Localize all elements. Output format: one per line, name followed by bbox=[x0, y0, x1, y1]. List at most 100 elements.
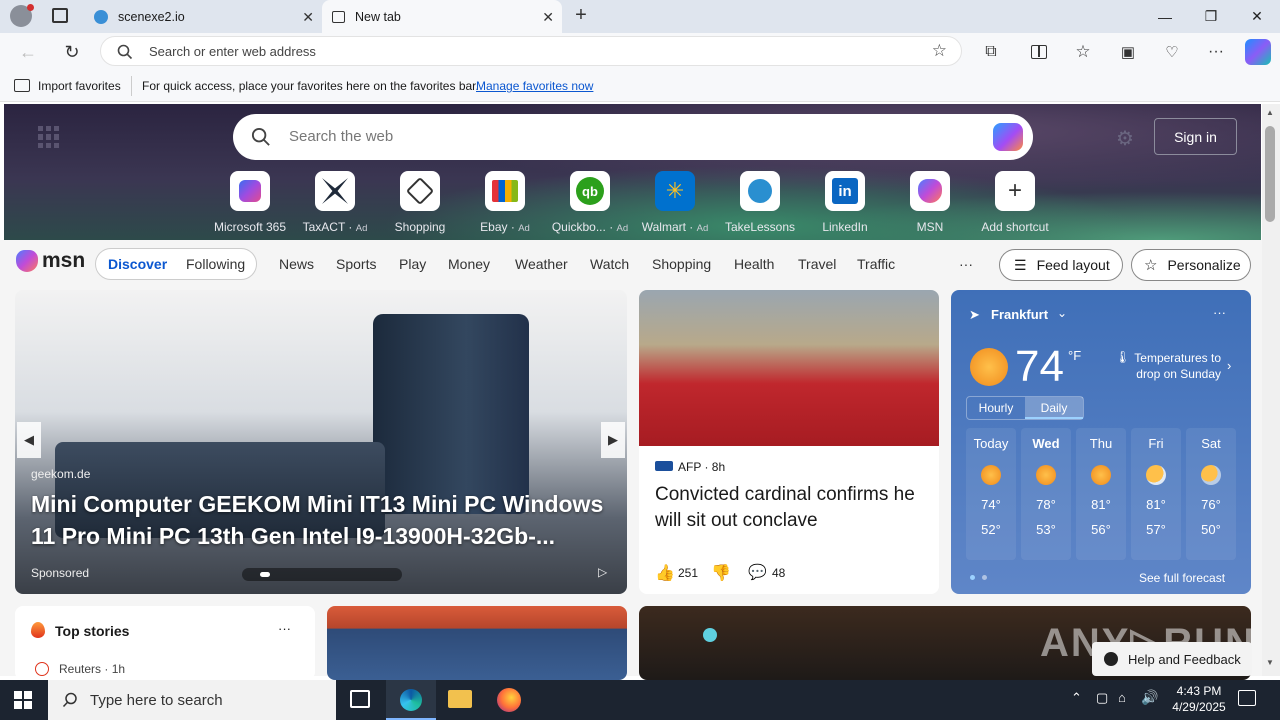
extensions-icon[interactable]: ⧉ bbox=[980, 41, 1002, 63]
shortcut-taxact[interactable]: TaxACT · Ad bbox=[290, 170, 380, 234]
promo-card[interactable]: ◀ ▶ geekom.de Mini Computer GEEKOM Mini … bbox=[15, 290, 627, 594]
tab-following[interactable]: Following bbox=[186, 256, 245, 272]
manage-favorites-link[interactable]: Manage favorites now bbox=[476, 79, 593, 93]
page-settings-gear-icon[interactable]: ⚙ bbox=[1116, 126, 1134, 151]
weather-unit[interactable]: °F bbox=[1068, 348, 1081, 363]
scroll-up-icon[interactable]: ▲ bbox=[1266, 108, 1274, 117]
shortcut-takelessons[interactable]: TakeLessons bbox=[715, 170, 805, 234]
firefox-icon[interactable] bbox=[497, 688, 521, 712]
news-card[interactable]: AFP · 8h Convicted cardinal confirms he … bbox=[639, 290, 939, 594]
nav-shopping[interactable]: Shopping bbox=[652, 256, 711, 272]
add-shortcut-button[interactable]: + Add shortcut bbox=[970, 170, 1060, 234]
web-search-box[interactable]: Search the web bbox=[233, 114, 1033, 160]
task-view-icon[interactable] bbox=[350, 690, 370, 708]
network-icon[interactable]: ⌂ bbox=[1118, 690, 1126, 705]
nav-news[interactable]: News bbox=[279, 256, 314, 272]
personalize-button[interactable]: ☆ Personalize bbox=[1131, 249, 1251, 281]
import-favorites-button[interactable]: Import favorites bbox=[38, 79, 121, 93]
msn-logo-icon[interactable] bbox=[16, 250, 38, 272]
taskbar-clock[interactable]: 4:43 PM 4/29/2025 bbox=[1164, 683, 1234, 715]
favorite-star-icon[interactable]: ☆ bbox=[932, 41, 947, 61]
top-stories-more-icon[interactable]: ··· bbox=[278, 621, 291, 636]
shortcut-msn[interactable]: MSN bbox=[885, 170, 975, 234]
volume-icon[interactable]: 🔊 bbox=[1141, 689, 1158, 706]
page-scrollbar[interactable]: ▲ ▼ bbox=[1262, 104, 1280, 676]
shortcut-shopping[interactable]: Shopping bbox=[375, 170, 465, 234]
see-full-forecast-link[interactable]: See full forecast bbox=[1139, 571, 1225, 585]
notification-dot bbox=[27, 4, 34, 11]
shortcut-linkedin[interactable]: in LinkedIn bbox=[800, 170, 890, 234]
nav-watch[interactable]: Watch bbox=[590, 256, 629, 272]
tab-close-icon[interactable]: ✕ bbox=[542, 9, 554, 26]
sign-in-button[interactable]: Sign in bbox=[1154, 118, 1237, 155]
tab-title: New tab bbox=[355, 9, 401, 24]
scroll-thumb[interactable] bbox=[1265, 126, 1275, 222]
weather-card[interactable]: ➤ Frankfurt ⌄ ··· 74 °F 🌡 Temperatures t… bbox=[951, 290, 1251, 594]
profile-avatar[interactable] bbox=[10, 4, 34, 27]
shortcut-ebay[interactable]: Ebay · Ad bbox=[460, 170, 550, 234]
tab-discover[interactable]: Discover bbox=[108, 256, 167, 272]
windows-start-icon[interactable] bbox=[14, 691, 32, 709]
address-bar[interactable]: Search or enter web address ☆ bbox=[100, 36, 962, 66]
help-feedback-button[interactable]: Help and Feedback bbox=[1092, 642, 1252, 676]
notifications-icon[interactable] bbox=[1238, 690, 1256, 706]
copilot-icon[interactable] bbox=[1245, 39, 1271, 65]
minimize-icon[interactable]: — bbox=[1142, 0, 1188, 33]
tab-daily[interactable]: Daily bbox=[1025, 397, 1083, 419]
forecast-day[interactable]: Sat 76° 50° bbox=[1186, 428, 1236, 560]
like-icon[interactable]: 👍 bbox=[655, 563, 675, 583]
collections-icon[interactable]: ▣ bbox=[1117, 41, 1139, 63]
nav-travel[interactable]: Travel bbox=[798, 256, 836, 272]
promo-headline[interactable]: Mini Computer GEEKOM Mini IT13 Mini PC W… bbox=[31, 488, 616, 552]
nav-money[interactable]: Money bbox=[448, 256, 490, 272]
dislike-icon[interactable]: 👎 bbox=[711, 563, 731, 583]
tray-chevron-up-icon[interactable]: ⌃ bbox=[1071, 690, 1082, 706]
shortcut-walmart[interactable]: ✳ Walmart · Ad bbox=[630, 170, 720, 234]
city-chevron-down-icon[interactable]: ⌄ bbox=[1057, 306, 1067, 320]
favorites-icon[interactable]: ☆ bbox=[1072, 41, 1094, 63]
note-chevron-icon[interactable]: › bbox=[1227, 358, 1231, 373]
nav-sports[interactable]: Sports bbox=[336, 256, 376, 272]
tab-scenexe[interactable]: scenexe2.io ✕ bbox=[84, 0, 322, 33]
tab-new-tab[interactable]: New tab ✕ bbox=[322, 0, 562, 33]
nav-play[interactable]: Play bbox=[399, 256, 426, 272]
tray-device-icon[interactable]: ▢ bbox=[1096, 690, 1108, 706]
tab-actions-icon[interactable] bbox=[52, 8, 68, 23]
taskbar-edge[interactable] bbox=[386, 680, 436, 720]
taskbar-search[interactable]: Type here to search bbox=[48, 680, 336, 720]
nav-traffic[interactable]: Traffic bbox=[857, 256, 895, 272]
copilot-search-icon[interactable] bbox=[993, 123, 1023, 151]
close-window-icon[interactable]: ✕ bbox=[1234, 0, 1280, 33]
settings-more-icon[interactable]: ··· bbox=[1205, 41, 1227, 63]
news-headline[interactable]: Convicted cardinal confirms he will sit … bbox=[655, 482, 925, 534]
forecast-day[interactable]: Wed 78° 53° bbox=[1021, 428, 1071, 560]
tab-hourly[interactable]: Hourly bbox=[967, 397, 1025, 419]
shortcut-quickbooks[interactable]: qb Quickbo... · Ad bbox=[545, 170, 635, 234]
restore-icon[interactable]: ❐ bbox=[1188, 0, 1234, 33]
carousel-next-icon[interactable]: ▶ bbox=[601, 422, 625, 458]
tab-close-icon[interactable]: ✕ bbox=[302, 9, 314, 26]
nav-more-icon[interactable]: ··· bbox=[959, 256, 973, 272]
news-card-solar[interactable] bbox=[327, 606, 627, 680]
feed-layout-button[interactable]: ☰ Feed layout bbox=[999, 249, 1123, 281]
comment-icon[interactable]: 💬 bbox=[748, 563, 767, 581]
forecast-day[interactable]: Thu 81° 56° bbox=[1076, 428, 1126, 560]
split-screen-icon[interactable] bbox=[1028, 41, 1050, 63]
day-high: 81° bbox=[1091, 497, 1111, 512]
back-arrow-icon[interactable]: ← bbox=[17, 41, 39, 63]
new-tab-plus-icon[interactable]: + bbox=[570, 4, 592, 26]
shortcut-microsoft365[interactable]: Microsoft 365 bbox=[205, 170, 295, 234]
scroll-down-icon[interactable]: ▼ bbox=[1266, 658, 1274, 667]
nav-weather[interactable]: Weather bbox=[515, 256, 568, 272]
carousel-prev-icon[interactable]: ◀ bbox=[17, 422, 41, 458]
weather-more-icon[interactable]: ··· bbox=[1213, 305, 1226, 320]
file-explorer-icon[interactable] bbox=[448, 690, 472, 708]
weather-city[interactable]: Frankfurt bbox=[991, 307, 1048, 322]
ad-choices-icon[interactable]: ▷ bbox=[598, 565, 607, 579]
apps-grid-icon[interactable] bbox=[38, 126, 60, 148]
nav-health[interactable]: Health bbox=[734, 256, 774, 272]
forecast-day[interactable]: Fri 81° 57° bbox=[1131, 428, 1181, 560]
refresh-icon[interactable]: ↻ bbox=[61, 41, 83, 63]
forecast-day[interactable]: Today 74° 52° bbox=[966, 428, 1016, 560]
browser-essentials-icon[interactable]: ♡ bbox=[1161, 41, 1183, 63]
